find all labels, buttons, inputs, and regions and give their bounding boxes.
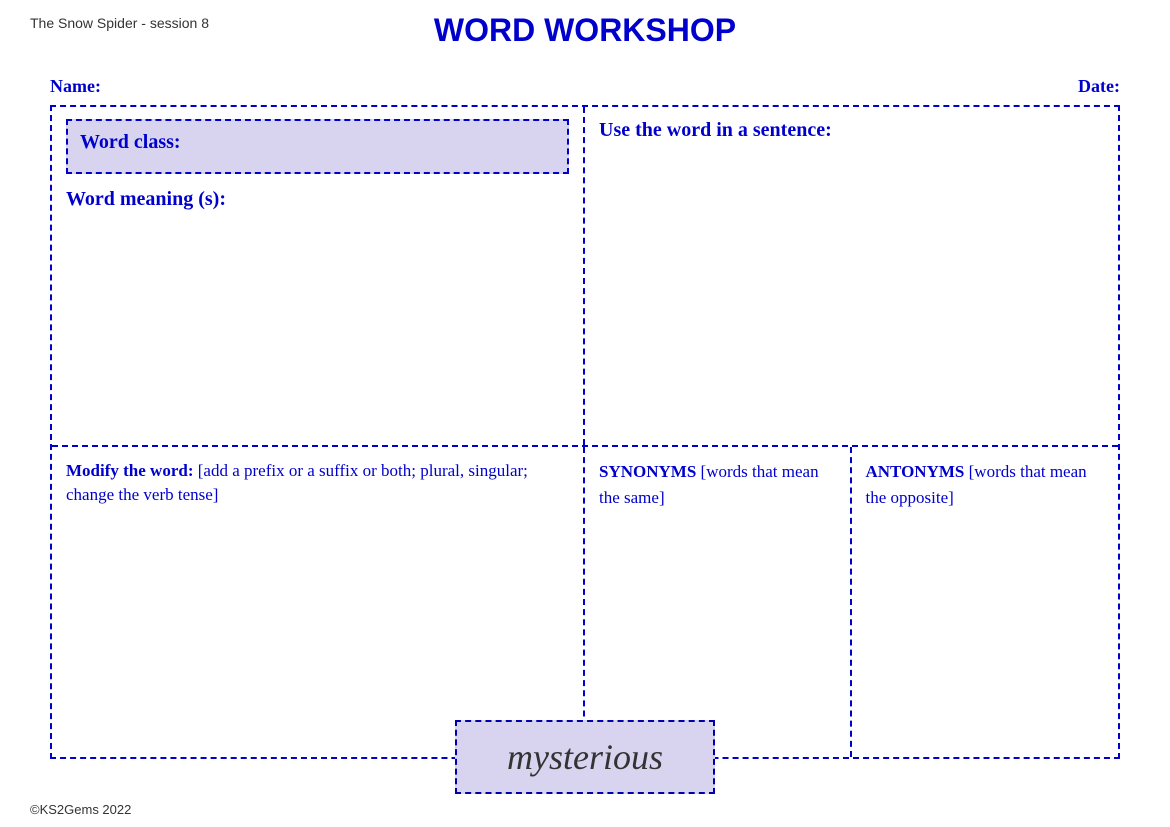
name-label: Name: <box>50 76 101 97</box>
date-label: Date: <box>1078 76 1120 97</box>
synonyms-bold: SYNONYMS <box>599 462 696 481</box>
synonyms-label: SYNONYMS [words that mean the same] <box>599 459 836 510</box>
use-word-label: Use the word in a sentence: <box>599 119 1104 142</box>
modify-label: Modify the word: [add a prefix or a suff… <box>66 459 569 507</box>
word-class-label: Word class: <box>80 131 181 153</box>
footer: ©KS2Gems 2022 <box>30 802 131 817</box>
page: The Snow Spider - session 8 WORD WORKSHO… <box>0 0 1170 827</box>
right-panel: Use the word in a sentence: <box>585 107 1118 445</box>
center-word-text: mysterious <box>507 737 663 777</box>
synonyms-column: SYNONYMS [words that mean the same] <box>585 447 852 757</box>
left-panel: Word class: Word meaning (s): <box>52 107 585 445</box>
antonyms-column: ANTONYMS [words that mean the opposite] <box>852 447 1119 757</box>
word-class-box: Word class: <box>66 119 569 174</box>
antonyms-label: ANTONYMS [words that mean the opposite] <box>866 459 1105 510</box>
top-section: Word class: Word meaning (s): Use the wo… <box>52 107 1118 447</box>
modify-bold: Modify the word: <box>66 461 193 480</box>
word-meaning-label: Word meaning (s): <box>66 188 569 211</box>
bottom-section: Modify the word: [add a prefix or a suff… <box>52 447 1118 757</box>
copyright-text: ©KS2Gems 2022 <box>30 802 131 817</box>
main-grid: Word class: Word meaning (s): Use the wo… <box>50 105 1120 759</box>
center-word-box: mysterious <box>455 720 715 794</box>
center-word-container: mysterious <box>455 720 715 794</box>
antonyms-bold: ANTONYMS <box>866 462 965 481</box>
name-date-row: Name: Date: <box>50 76 1120 97</box>
modify-word-column: Modify the word: [add a prefix or a suff… <box>52 447 585 757</box>
main-title: WORD WORKSHOP <box>0 12 1170 49</box>
